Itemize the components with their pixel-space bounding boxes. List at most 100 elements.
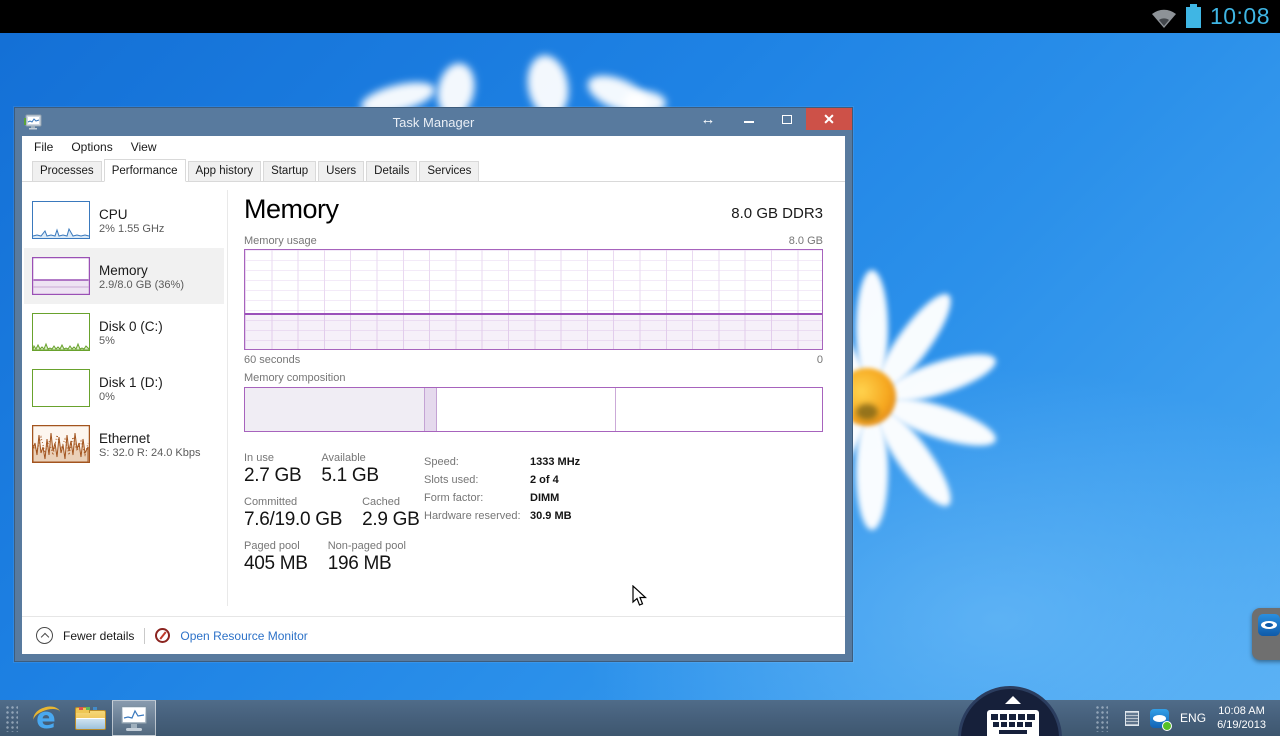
stat-paged-pool: Paged pool 405 MB — [244, 540, 308, 575]
teamviewer-tray-icon[interactable] — [1150, 709, 1169, 728]
internet-explorer-icon: e — [36, 704, 56, 732]
sidebar-item-ethernet[interactable]: Ethernet S: 32.0 R: 24.0 Kbps — [24, 416, 224, 472]
taskbar-explorer-button[interactable] — [68, 700, 112, 736]
wifi-icon — [1151, 6, 1177, 28]
memory-usage-fill — [245, 313, 822, 349]
sidebar-memory-label: Memory — [99, 262, 184, 279]
keyboard-icon — [987, 710, 1039, 736]
composition-label: Memory composition — [244, 372, 345, 384]
task-manager-icon — [121, 706, 147, 731]
tab-performance[interactable]: Performance — [104, 159, 186, 182]
open-resource-monitor-link[interactable]: Open Resource Monitor — [180, 629, 307, 643]
system-tray: ENG 10:08 AM 6/19/2013 — [1090, 704, 1280, 732]
taskbar-time: 10:08 AM — [1217, 704, 1266, 718]
window-footer: Fewer details Open Resource Monitor — [22, 616, 845, 654]
sidebar-item-disk1[interactable]: Disk 1 (D:) 0% — [24, 360, 224, 416]
sidebar-disk1-label: Disk 1 (D:) — [99, 374, 163, 391]
tab-strip: Processes Performance App history Startu… — [22, 157, 845, 182]
menu-bar: File Options View — [22, 136, 845, 157]
sidebar-cpu-detail: 2% 1.55 GHz — [99, 223, 164, 235]
usage-label: Memory usage — [244, 235, 317, 247]
title-bar[interactable]: Task Manager ↔ — [22, 108, 845, 136]
taskbar-grip[interactable] — [5, 705, 18, 732]
composition-segment-modified — [424, 388, 437, 431]
sidebar-disk0-label: Disk 0 (C:) — [99, 318, 163, 335]
resource-monitor-icon — [155, 628, 170, 643]
performance-sidebar: CPU 2% 1.55 GHz Memory — [24, 192, 224, 472]
teamviewer-edge-widget[interactable] — [1252, 608, 1280, 660]
minimize-button[interactable] — [730, 108, 768, 130]
sidebar-memory-detail: 2.9/8.0 GB (36%) — [99, 279, 184, 291]
taskbar-clock[interactable]: 10:08 AM 6/19/2013 — [1217, 704, 1270, 732]
composition-segment-free — [616, 388, 822, 431]
battery-icon — [1186, 7, 1201, 28]
cpu-mini-chart — [32, 201, 90, 239]
language-indicator[interactable]: ENG — [1180, 711, 1206, 725]
sidebar-item-cpu[interactable]: CPU 2% 1.55 GHz — [24, 192, 224, 248]
composition-segment-in-use — [245, 388, 424, 431]
chevron-up-icon — [36, 627, 53, 644]
maximize-button[interactable] — [768, 108, 806, 130]
android-clock: 10:08 — [1210, 3, 1270, 30]
android-status-bar: 10:08 — [0, 0, 1280, 33]
panel-title: Memory — [244, 194, 339, 225]
memory-panel: Memory 8.0 GB DDR3 Memory usage 8.0 GB 6… — [244, 194, 823, 654]
tab-services[interactable]: Services — [419, 161, 479, 182]
stat-nonpaged-pool: Non-paged pool 196 MB — [328, 540, 406, 575]
memory-usage-graph — [244, 249, 823, 350]
sidebar-disk0-detail: 5% — [99, 335, 163, 347]
menu-file[interactable]: File — [25, 138, 62, 156]
disk0-mini-chart — [32, 313, 90, 351]
resize-button[interactable]: ↔ — [686, 108, 730, 130]
window-body: File Options View Processes Performance … — [22, 136, 845, 654]
sidebar-item-disk0[interactable]: Disk 0 (C:) 5% — [24, 304, 224, 360]
taskbar: e — [0, 700, 1280, 736]
fewer-details-button[interactable]: Fewer details — [63, 629, 134, 643]
memory-stats: In use 2.7 GB Available 5.1 GB Committed — [244, 452, 419, 584]
menu-options[interactable]: Options — [62, 138, 121, 156]
mouse-cursor — [632, 585, 647, 607]
keyboard-popup-arrow-icon — [1005, 696, 1021, 704]
show-hidden-icons-button[interactable] — [1125, 711, 1139, 726]
disk1-mini-chart — [32, 369, 90, 407]
footer-separator — [144, 628, 145, 644]
minimize-icon — [744, 121, 754, 123]
usage-scale-max: 8.0 GB — [789, 235, 823, 247]
performance-content: CPU 2% 1.55 GHz Memory — [22, 182, 845, 654]
sidebar-ethernet-detail: S: 32.0 R: 24.0 Kbps — [99, 447, 201, 459]
tab-startup[interactable]: Startup — [263, 161, 316, 182]
menu-view[interactable]: View — [122, 138, 166, 156]
tab-processes[interactable]: Processes — [32, 161, 102, 182]
memory-capacity: 8.0 GB DDR3 — [731, 205, 823, 222]
screen: 10:08 — [0, 0, 1280, 736]
detail-hardware-reserved: Hardware reserved: 30.9 MB — [424, 510, 580, 522]
composition-segment-standby — [437, 388, 616, 431]
tab-details[interactable]: Details — [366, 161, 417, 182]
teamviewer-icon — [1258, 614, 1280, 636]
taskbar-ie-button[interactable]: e — [24, 700, 68, 736]
detail-speed: Speed: 1333 MHz — [424, 456, 580, 468]
memory-composition-bar — [244, 387, 823, 432]
taskbar-date: 6/19/2013 — [1217, 718, 1266, 732]
sidebar-divider — [227, 190, 228, 606]
sidebar-disk1-detail: 0% — [99, 391, 163, 403]
ethernet-mini-chart — [32, 425, 90, 463]
tab-users[interactable]: Users — [318, 161, 364, 182]
tray-grip[interactable] — [1095, 705, 1108, 732]
stat-in-use: In use 2.7 GB — [244, 452, 301, 487]
close-button[interactable] — [806, 108, 852, 130]
daisy-center-shadow — [856, 404, 878, 420]
axis-right-label: 0 — [817, 354, 823, 366]
sidebar-cpu-label: CPU — [99, 206, 164, 223]
task-manager-window: Task Manager ↔ File Options View Process… — [14, 107, 853, 662]
stat-available: Available 5.1 GB — [321, 452, 378, 487]
memory-mini-chart — [32, 257, 90, 295]
sidebar-ethernet-label: Ethernet — [99, 430, 201, 447]
tab-app-history[interactable]: App history — [188, 161, 262, 182]
file-explorer-icon — [75, 707, 106, 730]
sidebar-item-memory[interactable]: Memory 2.9/8.0 GB (36%) — [24, 248, 224, 304]
axis-left-label: 60 seconds — [244, 354, 300, 366]
maximize-icon — [782, 115, 792, 124]
detail-form-factor: Form factor: DIMM — [424, 492, 580, 504]
taskbar-task-manager-button[interactable] — [112, 700, 156, 736]
